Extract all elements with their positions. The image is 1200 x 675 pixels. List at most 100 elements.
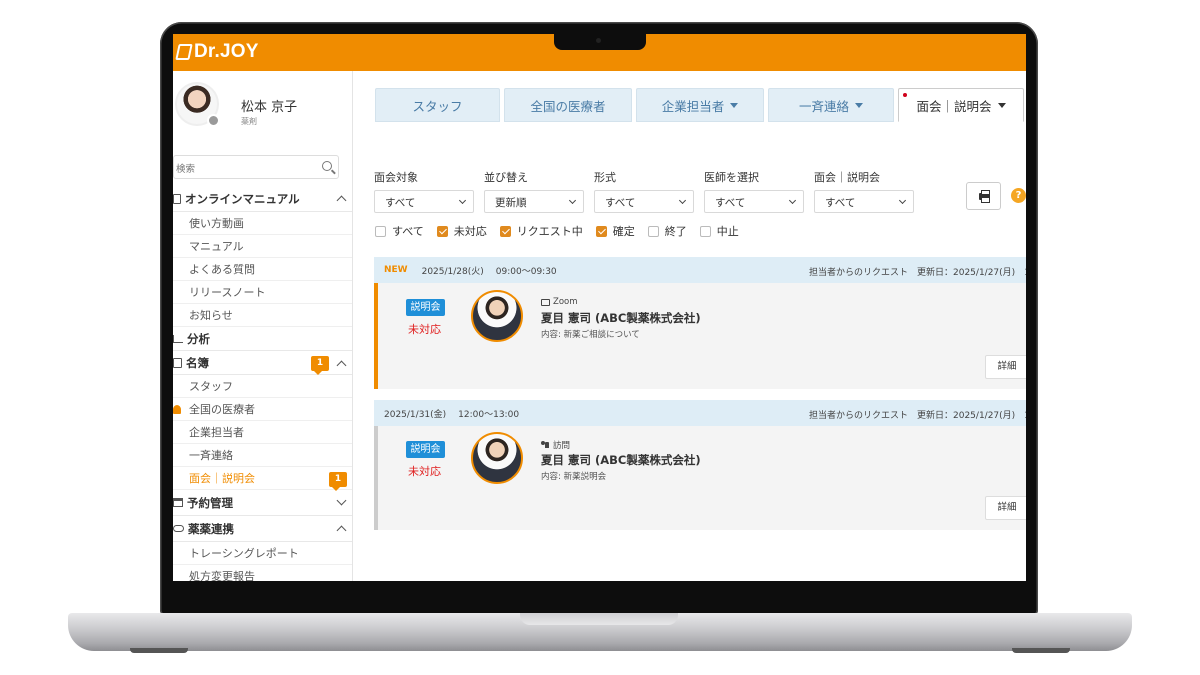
sidebar-item-prescription-change[interactable]: 処方変更報告 [173, 565, 352, 581]
tab-meetings[interactable]: 面会｜説明会 [898, 88, 1024, 122]
chevron-down-icon[interactable] [336, 495, 347, 506]
chevron-down-icon [898, 196, 907, 205]
search-icon[interactable] [322, 161, 332, 171]
sort-select[interactable]: 更新順 [484, 190, 584, 213]
doctor-select[interactable]: すべて [704, 190, 804, 213]
sidebar-section-analytics[interactable]: 分析 [173, 327, 352, 351]
camera-icon [596, 38, 601, 43]
sidebar-item-tracing-report[interactable]: トレーシングレポート [173, 542, 352, 565]
checkbox-label: すべて [392, 225, 424, 238]
sidebar-item-release-notes[interactable]: リリースノート [173, 281, 352, 304]
checkbox-cancelled[interactable]: 中止 [699, 223, 739, 239]
checkbox-finished[interactable]: 終了 [647, 223, 687, 239]
logo-text: Dr.JOY [194, 41, 259, 62]
filter-label: 並び替え [484, 171, 528, 184]
profile[interactable]: 松本 京子 薬剤 [173, 71, 352, 145]
meeting-card[interactable]: NEW 2025/1/28(火) 09:00〜09:30 担当者からのリクエスト… [374, 257, 1026, 389]
filter-sort: 並び替え 更新順 [484, 169, 584, 213]
sidebar-item-staff[interactable]: スタッフ [173, 375, 352, 398]
meeting-type-select[interactable]: すべて [814, 190, 914, 213]
meeting-time: 12:00〜13:00 [458, 409, 520, 420]
rep-avatar [471, 290, 523, 342]
checkbox-unhandled[interactable]: 未対応 [436, 223, 487, 239]
detail-button[interactable]: 詳細 [985, 355, 1026, 379]
checkbox-requesting[interactable]: リクエスト中 [499, 223, 583, 239]
checkbox-box[interactable] [375, 225, 386, 237]
caret-down-icon [997, 102, 1006, 108]
sidebar-section-pharmacy-link[interactable]: 薬薬連携 [173, 516, 352, 542]
meeting-date: 2025/1/28(火) [421, 266, 484, 277]
checkbox-all[interactable]: すべて [375, 223, 424, 239]
checkbox-label: 確定 [612, 225, 635, 238]
checkbox-box[interactable] [647, 225, 659, 237]
screen: Dr.JOY 松本 京子 薬剤 検索 オンラインマニュアル 使い方動画 マニュア… [173, 34, 1026, 581]
print-button[interactable] [966, 182, 1001, 210]
profile-role: 薬剤 [241, 117, 257, 126]
meeting-date: 2025/1/31(金) [384, 409, 447, 420]
type-badge: 説明会 [406, 299, 445, 316]
tab-label: 全国の医療者 [530, 98, 606, 114]
section-label: 予約管理 [187, 495, 233, 510]
sidebar-nav: オンラインマニュアル 使い方動画 マニュアル よくある質問 リリースノート お知… [173, 186, 352, 581]
chevron-up-icon[interactable] [336, 195, 347, 206]
chevron-up-icon[interactable] [336, 360, 347, 371]
chevron-up-icon[interactable] [336, 525, 347, 536]
select-value: すべて [605, 197, 636, 209]
contacts-icon [173, 357, 182, 368]
search-input[interactable]: 検索 [173, 155, 339, 179]
filter-label: 形式 [594, 171, 616, 184]
select-value: すべて [715, 197, 746, 209]
profile-name: 松本 京子 [241, 100, 298, 115]
tab-staff[interactable]: スタッフ [375, 88, 500, 122]
filter-meeting-type: 面会｜説明会 すべて [814, 169, 914, 213]
sidebar-item-meetings[interactable]: 面会｜説明会 1 [173, 467, 352, 491]
filter-format: 形式 すべて [594, 169, 694, 213]
chevron-down-icon [788, 196, 797, 205]
rep-avatar [471, 432, 523, 484]
sidebar-item-news[interactable]: お知らせ [173, 304, 352, 327]
sidebar-section-manual[interactable]: オンラインマニュアル [173, 186, 352, 212]
sidebar-item-company-reps[interactable]: 企業担当者 [173, 421, 352, 444]
tab-company-reps[interactable]: 企業担当者 [636, 88, 764, 122]
sidebar-item-broadcast[interactable]: 一斉連絡 [173, 444, 352, 467]
calendar-icon [173, 498, 183, 507]
pill-icon [173, 525, 184, 532]
item-label: リリースノート [189, 286, 266, 299]
drjoy-logo[interactable]: Dr.JOY [175, 41, 259, 63]
checkbox-box[interactable] [499, 225, 511, 237]
tab-label: 一斉連絡 [798, 98, 849, 114]
checkbox-confirmed[interactable]: 確定 [595, 223, 635, 239]
meeting-content: 内容: 新薬ご相談について [541, 330, 640, 340]
tab-national-medical[interactable]: 全国の医療者 [504, 88, 632, 122]
item-label: お知らせ [189, 309, 233, 322]
logo-mark-icon [175, 44, 193, 60]
meeting-card[interactable]: 2025/1/31(金) 12:00〜13:00 担当者からのリクエスト 更新日… [374, 400, 1026, 530]
sidebar-item-national-medical[interactable]: 全国の医療者 [173, 398, 352, 421]
item-label: スタッフ [189, 380, 233, 393]
sidebar-item-faq[interactable]: よくある質問 [173, 258, 352, 281]
tab-broadcast[interactable]: 一斉連絡 [768, 88, 894, 122]
camera-icon[interactable] [207, 114, 220, 127]
method-label: Zoom [541, 297, 578, 307]
rep-name[interactable]: 夏目 憲司 (ABC製薬株式会社) [541, 452, 701, 468]
laptop-foot [130, 648, 188, 653]
filter-label: 面会対象 [374, 171, 418, 184]
checkbox-box[interactable] [595, 225, 607, 237]
search-placeholder: 検索 [176, 164, 196, 175]
sidebar-section-directory[interactable]: 名簿 1 [173, 351, 352, 375]
laptop-base-lip [520, 613, 678, 625]
sidebar-item-videos[interactable]: 使い方動画 [173, 212, 352, 235]
sidebar-section-reservations[interactable]: 予約管理 [173, 490, 352, 516]
checkbox-box[interactable] [436, 225, 448, 237]
target-select[interactable]: すべて [374, 190, 474, 213]
checkbox-box[interactable] [699, 225, 711, 237]
detail-button[interactable]: 詳細 [985, 496, 1026, 520]
filter-label: 医師を選択 [704, 171, 759, 184]
help-icon[interactable]: ? [1011, 188, 1026, 203]
section-label: 名簿 [186, 355, 209, 370]
rep-name[interactable]: 夏目 憲司 (ABC製薬株式会社) [541, 310, 701, 326]
sidebar-item-manual[interactable]: マニュアル [173, 235, 352, 258]
format-select[interactable]: すべて [594, 190, 694, 213]
tab-label: 面会｜説明会 [916, 98, 992, 114]
method-label: 訪問 [541, 439, 570, 451]
